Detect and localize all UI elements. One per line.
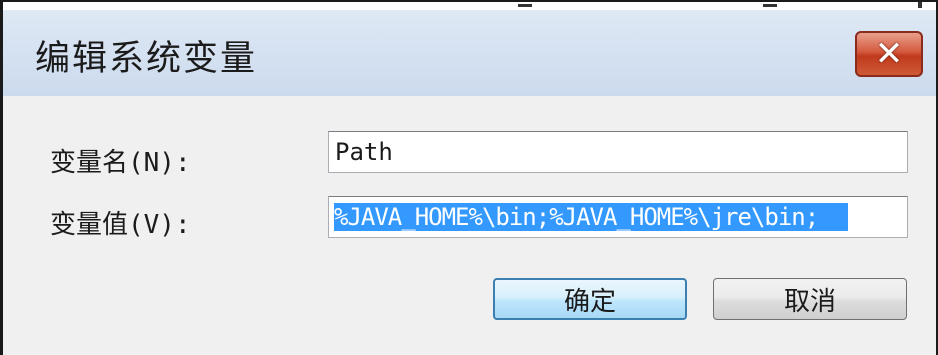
background-underscore-mark <box>763 4 777 7</box>
cancel-button[interactable]: 取消 <box>713 278 907 320</box>
dialog-body: 变量名(N): Path 变量值(V): %JAVA_HOME%\bin;%JA… <box>3 96 936 355</box>
background-underscore-mark <box>518 4 532 7</box>
variable-value-input[interactable]: %JAVA_HOME%\bin;%JAVA_HOME%\jre\bin; <box>328 196 908 238</box>
variable-name-label: 变量名(N): <box>50 148 191 178</box>
background-mark <box>918 2 922 8</box>
dialog-title: 编辑系统变量 <box>35 39 258 79</box>
variable-name-value: Path <box>335 138 393 166</box>
close-icon: ✕ <box>874 34 904 74</box>
cancel-button-label: 取消 <box>783 286 836 317</box>
ok-button[interactable]: 确定 <box>493 278 687 320</box>
close-button[interactable]: ✕ <box>855 31 923 77</box>
variable-value-selected-text: %JAVA_HOME%\bin;%JAVA_HOME%\jre\bin; <box>334 203 849 231</box>
edit-system-variable-dialog: 编辑系统变量 ✕ 变量名(N): Path 变量值(V): %JAVA_HOME… <box>0 0 938 355</box>
variable-value-label: 变量值(V): <box>50 210 191 240</box>
variable-name-input[interactable]: Path <box>328 131 908 173</box>
ok-button-label: 确定 <box>563 286 616 317</box>
title-bar[interactable]: 编辑系统变量 ✕ <box>3 10 936 96</box>
